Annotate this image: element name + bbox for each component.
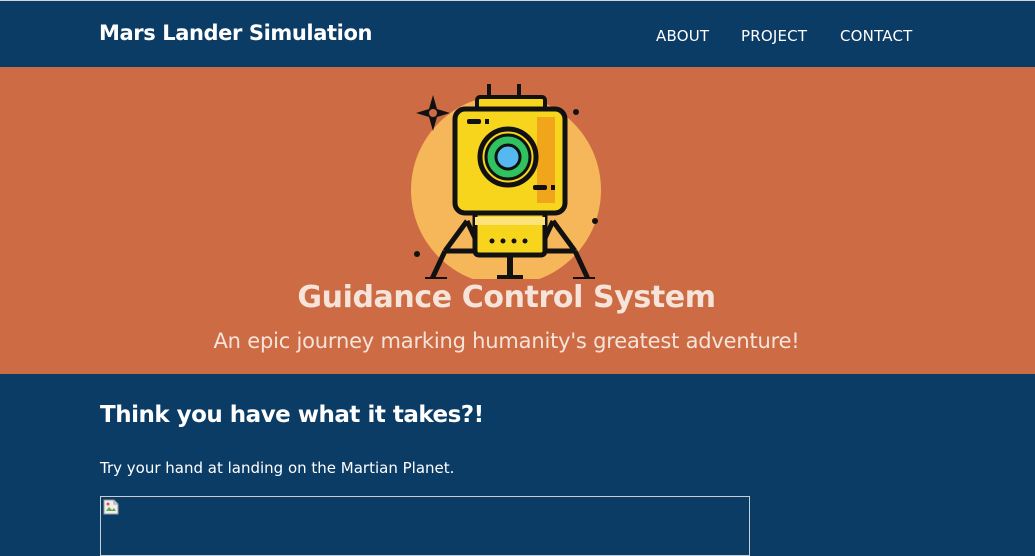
lunar-lander-icon: [411, 84, 601, 279]
hero-banner: Guidance Control System An epic journey …: [0, 67, 1035, 374]
top-navbar: Mars Lander Simulation ABOUT PROJECT CON…: [0, 0, 1035, 67]
nav-link-contact[interactable]: CONTACT: [840, 27, 913, 45]
hero-subtitle: An epic journey marking humanity's great…: [213, 329, 800, 353]
section-description: Try your hand at landing on the Martian …: [100, 459, 455, 477]
nav-link-about[interactable]: ABOUT: [656, 27, 709, 45]
broken-image-icon: [103, 499, 119, 515]
site-brand[interactable]: Mars Lander Simulation: [99, 21, 372, 45]
simulation-frame[interactable]: [100, 496, 750, 556]
hero-title: Guidance Control System: [297, 280, 716, 315]
nav-link-project[interactable]: PROJECT: [741, 27, 807, 45]
section-heading: Think you have what it takes?!: [100, 402, 484, 428]
